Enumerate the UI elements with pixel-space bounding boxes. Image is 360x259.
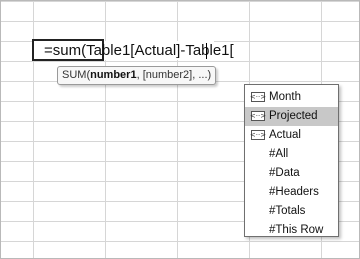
function-tooltip[interactable]: SUM(number1, [number2], ...): [57, 66, 217, 85]
dropdown-item-this-row[interactable]: #This Row: [245, 221, 338, 240]
dropdown-item-totals[interactable]: #Totals: [245, 202, 338, 221]
dropdown-item-actual[interactable]: <··> Actual: [245, 126, 338, 145]
dropdown-item-label: #Totals: [269, 205, 306, 217]
text-caret: [206, 43, 207, 59]
dropdown-item-label: Projected: [269, 110, 318, 122]
tooltip-current-arg: number1: [90, 69, 137, 81]
tooltip-remaining-args: , [number2], ...): [136, 69, 212, 81]
autocomplete-dropdown[interactable]: <··> Month <··> Projected <··> Actual #A…: [244, 84, 339, 237]
dropdown-item-label: Month: [269, 91, 301, 103]
dropdown-item-label: #All: [269, 148, 289, 160]
dropdown-item-label: #This Row: [269, 224, 324, 236]
dropdown-item-label: #Data: [269, 167, 300, 179]
dropdown-item-label: #Headers: [269, 186, 319, 198]
dropdown-item-month[interactable]: <··> Month: [245, 88, 338, 107]
dropdown-item-data[interactable]: #Data: [245, 164, 338, 183]
table-column-icon: <··>: [249, 130, 267, 140]
formula-rest: Table1[Actual]-Table1[: [86, 42, 234, 59]
table-column-icon: <··>: [249, 111, 267, 121]
table-column-icon: <··>: [249, 92, 267, 102]
dropdown-item-all[interactable]: #All: [245, 145, 338, 164]
dropdown-item-projected[interactable]: <··> Projected: [245, 107, 338, 126]
dropdown-item-headers[interactable]: #Headers: [245, 183, 338, 202]
tooltip-function-name: SUM(: [62, 69, 91, 81]
dropdown-item-label: Actual: [269, 129, 301, 141]
formula-prefix: =sum(: [44, 42, 87, 59]
